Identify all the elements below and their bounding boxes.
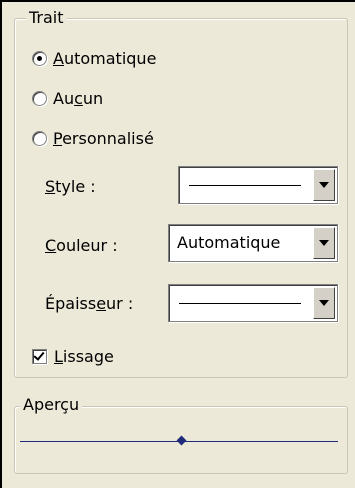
trait-group-title: Trait (26, 9, 67, 27)
window-left-edge (0, 0, 2, 488)
epaisseur-line-preview (179, 303, 301, 304)
couleur-value: Automatique (177, 233, 281, 252)
epaisseur-dropdown-button[interactable] (313, 287, 335, 319)
chevron-down-icon (319, 240, 329, 246)
radio-button-personnalise[interactable] (32, 130, 47, 146)
apercu-group-title: Aperçu (20, 396, 83, 414)
style-dropdown-button[interactable] (313, 169, 335, 201)
radio-personnalise[interactable]: Personnalisé (32, 126, 154, 150)
lissage-label: Lissage (54, 346, 114, 366)
couleur-dropdown[interactable]: Automatique (168, 224, 338, 262)
radio-automatique-label: Automatique (53, 48, 157, 68)
style-label: Style : (45, 177, 96, 196)
couleur-label: Couleur : (45, 236, 118, 255)
style-line-preview (189, 185, 301, 186)
radio-personnalise-label: Personnalisé (53, 128, 154, 148)
radio-button-aucun[interactable] (32, 90, 47, 106)
radio-aucun-label: Aucun (53, 88, 104, 108)
epaisseur-label: Épaisseur : (45, 294, 134, 313)
radio-selected-dot (37, 55, 42, 61)
checkmark-icon (33, 348, 45, 361)
chevron-down-icon (319, 182, 329, 188)
radio-automatique[interactable]: Automatique (32, 46, 156, 70)
lissage-checkbox[interactable] (32, 348, 47, 364)
radio-button-automatique[interactable] (32, 50, 47, 66)
window-top-edge (0, 0, 355, 2)
chevron-down-icon (319, 300, 329, 306)
style-dropdown[interactable] (178, 166, 338, 204)
epaisseur-dropdown[interactable] (168, 284, 338, 322)
couleur-dropdown-button[interactable] (313, 227, 335, 259)
radio-aucun[interactable]: Aucun (32, 86, 103, 110)
lissage-checkbox-row[interactable]: Lissage (32, 344, 114, 368)
